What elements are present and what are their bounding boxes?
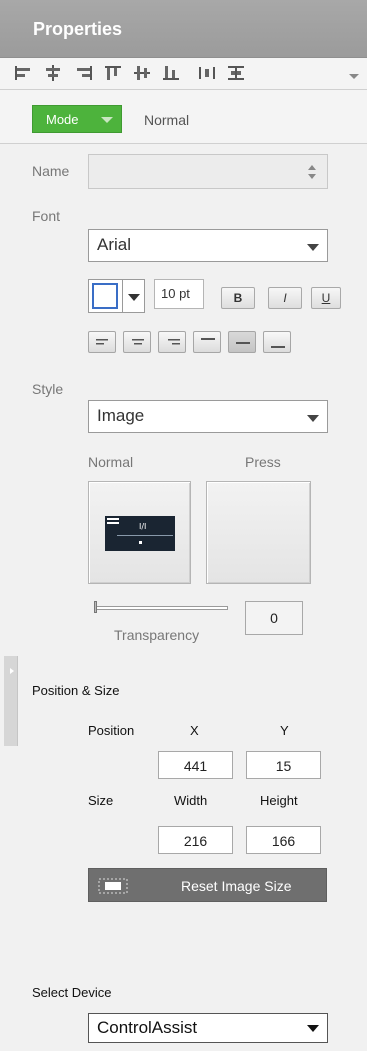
normal-state-label: Normal [88, 454, 134, 470]
chevron-down-icon [307, 244, 319, 251]
size-label: Size [88, 793, 114, 808]
name-label: Name [32, 163, 70, 179]
x-input[interactable]: 441 [158, 751, 233, 779]
chevron-down-icon [128, 294, 140, 301]
valign-bottom-icon [271, 346, 285, 348]
press-image-preview[interactable] [206, 481, 311, 584]
style-label: Style [32, 381, 64, 397]
align-bottom-icon[interactable] [162, 65, 180, 81]
name-field[interactable] [88, 154, 328, 189]
mode-button-label: Mode [46, 112, 79, 127]
chevron-right-icon [10, 668, 14, 674]
text-align-left-button[interactable] [88, 331, 116, 353]
height-label: Height [260, 793, 298, 808]
device-select[interactable]: ControlAssist [88, 1013, 328, 1043]
normal-image-preview[interactable]: I/I [88, 481, 191, 584]
font-family-value: Arial [97, 235, 132, 254]
image-thumbnail: I/I [105, 516, 175, 551]
underline-label: U [321, 291, 331, 305]
transparency-value: 0 [270, 610, 278, 626]
valign-bottom-button[interactable] [263, 331, 291, 353]
device-value: ControlAssist [97, 1018, 198, 1037]
font-size-field[interactable]: 10 pt [154, 279, 204, 309]
panel-header: Properties [0, 0, 367, 58]
distribute-horizontal-icon[interactable] [198, 65, 216, 81]
font-size-value: 10 pt [161, 286, 190, 301]
valign-middle-icon [236, 342, 250, 344]
align-middle-icon[interactable] [133, 65, 151, 81]
reset-image-size-label: Reset Image Size [181, 878, 292, 894]
text-align-center-icon [132, 339, 144, 345]
distribute-vertical-icon[interactable] [227, 65, 245, 81]
height-value: 166 [271, 833, 296, 849]
y-label: Y [280, 723, 289, 738]
position-size-heading: Position & Size [32, 683, 120, 698]
mode-value: Normal [144, 112, 190, 128]
underline-button[interactable]: U [311, 287, 341, 309]
transparency-value-field[interactable]: 0 [245, 601, 303, 635]
bold-label: B [233, 291, 243, 305]
font-color-picker[interactable] [88, 279, 145, 313]
width-label: Width [174, 793, 208, 808]
italic-label: I [283, 291, 287, 305]
press-state-label: Press [245, 454, 281, 470]
chevron-down-icon [101, 117, 113, 123]
width-input[interactable]: 216 [158, 826, 233, 854]
bold-button[interactable]: B [221, 287, 255, 309]
panel-collapse-handle[interactable] [4, 656, 18, 746]
mode-button[interactable]: Mode [32, 105, 122, 133]
font-family-select[interactable]: Arial [88, 229, 328, 262]
position-label: Position [88, 723, 135, 738]
color-swatch [92, 283, 118, 309]
valign-middle-button[interactable] [228, 331, 256, 353]
x-label: X [190, 723, 199, 738]
align-right-icon[interactable] [75, 65, 93, 81]
text-align-center-button[interactable] [123, 331, 151, 353]
mode-row: Mode Normal [0, 90, 367, 144]
text-align-right-icon [168, 339, 180, 345]
valign-top-icon [201, 338, 215, 340]
chevron-down-icon [307, 415, 319, 422]
resize-image-icon [98, 878, 128, 894]
width-value: 216 [183, 833, 208, 849]
transparency-label: Transparency [114, 627, 200, 643]
more-dropdown-icon[interactable] [348, 68, 360, 79]
valign-top-button[interactable] [193, 331, 221, 353]
height-input[interactable]: 166 [246, 826, 321, 854]
align-left-icon[interactable] [14, 65, 32, 81]
y-value: 15 [275, 758, 292, 774]
reset-image-size-button[interactable]: Reset Image Size [88, 868, 327, 902]
transparency-slider-track[interactable] [94, 606, 228, 610]
panel-title: Properties [33, 19, 123, 39]
chevron-down-icon [307, 1025, 319, 1032]
text-align-right-button[interactable] [158, 331, 186, 353]
style-select[interactable]: Image [88, 400, 328, 433]
y-input[interactable]: 15 [246, 751, 321, 779]
select-device-label: Select Device [32, 985, 112, 1000]
x-value: 441 [183, 758, 208, 774]
italic-button[interactable]: I [268, 287, 302, 309]
spinner-icon[interactable] [307, 163, 317, 181]
font-label: Font [32, 208, 61, 224]
align-center-icon[interactable] [44, 65, 62, 81]
transparency-slider-handle[interactable] [94, 601, 97, 613]
alignment-toolbar [0, 58, 367, 90]
style-value: Image [97, 406, 145, 425]
text-align-left-icon [96, 339, 108, 345]
align-top-icon[interactable] [104, 65, 122, 81]
